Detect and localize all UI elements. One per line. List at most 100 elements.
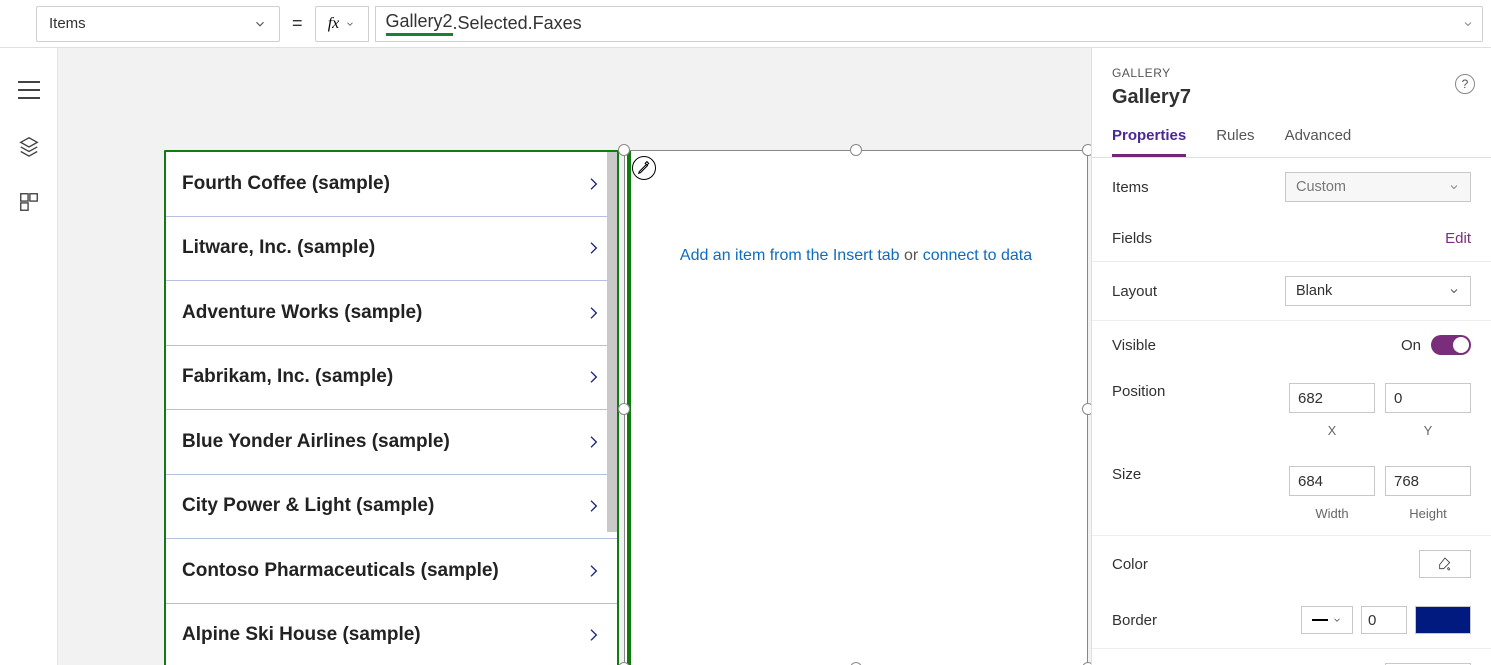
prop-size-label: Size (1112, 466, 1141, 483)
chevron-down-icon (345, 19, 355, 29)
prop-position: Position 682 0 X Y (1092, 369, 1491, 452)
properties-panel: GALLERY Gallery7 ? Properties Rules Adva… (1091, 48, 1491, 665)
size-height-sublabel: Height (1385, 506, 1471, 521)
prop-fields-edit[interactable]: Edit (1445, 230, 1471, 247)
resize-handle[interactable] (618, 403, 630, 415)
tab-rules[interactable]: Rules (1216, 127, 1254, 157)
chevron-right-icon (585, 236, 601, 260)
edit-template-button[interactable] (632, 156, 656, 180)
list-item[interactable]: Alpine Ski House (sample) (166, 604, 617, 665)
gallery7[interactable]: Add an item from the Insert tab or conne… (624, 150, 1088, 665)
chevron-down-icon[interactable] (1462, 18, 1474, 30)
prop-items-dropdown[interactable]: Custom (1285, 172, 1471, 202)
gallery2-list: Fourth Coffee (sample) Litware, Inc. (sam… (166, 152, 617, 665)
canvas[interactable]: Fourth Coffee (sample) Litware, Inc. (sam… (58, 48, 1091, 665)
components-icon[interactable] (17, 190, 41, 214)
chevron-right-icon (585, 365, 601, 389)
scrollbar[interactable] (607, 152, 617, 532)
left-rail (0, 48, 58, 665)
fx-button[interactable]: fx (315, 6, 369, 42)
chevron-right-icon (585, 559, 601, 583)
chevron-right-icon (585, 430, 601, 454)
chevron-right-icon (585, 301, 601, 325)
line-icon (1312, 619, 1328, 621)
panel-control-name: Gallery7 (1112, 86, 1471, 109)
list-item[interactable]: City Power & Light (sample) (166, 475, 617, 540)
prop-items-label: Items (1112, 179, 1149, 196)
resize-handle[interactable] (850, 144, 862, 156)
position-x-value: 682 (1298, 390, 1323, 407)
list-item[interactable]: Adventure Works (sample) (166, 281, 617, 346)
position-y-sublabel: Y (1385, 423, 1471, 438)
formula-token-rest: .Selected.Faxes (453, 13, 582, 34)
size-width-input[interactable]: 684 (1289, 466, 1375, 496)
prop-layout-value: Blank (1296, 283, 1332, 299)
chevron-right-icon (585, 623, 601, 647)
fx-label: fx (328, 15, 340, 33)
layers-icon[interactable] (17, 134, 41, 158)
list-item-label: Blue Yonder Airlines (sample) (182, 431, 450, 453)
chevron-down-icon (253, 17, 267, 31)
main-area: Fourth Coffee (sample) Litware, Inc. (sam… (0, 48, 1491, 665)
formula-token-gallery2: Gallery2 (386, 11, 453, 36)
prop-wrap-count: Wrap count 1 (1092, 648, 1491, 665)
position-y-input[interactable]: 0 (1385, 383, 1471, 413)
size-width-value: 684 (1298, 473, 1323, 490)
list-item-label: Adventure Works (sample) (182, 302, 422, 324)
gallery7-placeholder: Add an item from the Insert tab or conne… (625, 247, 1087, 265)
help-icon[interactable]: ? (1455, 74, 1475, 94)
list-item[interactable]: Contoso Pharmaceuticals (sample) (166, 539, 617, 604)
prop-fields: Fields Edit (1092, 216, 1491, 261)
prop-size: Size 684 768 Width Height (1092, 452, 1491, 535)
prop-border-label: Border (1112, 612, 1157, 629)
list-item-label: Fourth Coffee (sample) (182, 173, 390, 195)
prop-position-label: Position (1112, 383, 1165, 400)
border-style-dropdown[interactable] (1301, 606, 1353, 634)
prop-border: Border 0 (1092, 592, 1491, 648)
property-selector-label: Items (49, 15, 86, 32)
prop-layout-dropdown[interactable]: Blank (1285, 276, 1471, 306)
chevron-right-icon (585, 494, 601, 518)
prop-fields-label: Fields (1112, 230, 1152, 247)
border-color-picker[interactable] (1415, 606, 1471, 634)
resize-handle[interactable] (1082, 403, 1091, 415)
hamburger-icon[interactable] (17, 78, 41, 102)
formula-input[interactable]: Gallery2.Selected.Faxes (375, 6, 1483, 42)
prop-visible-value: On (1401, 337, 1421, 354)
list-item[interactable]: Fourth Coffee (sample) (166, 152, 617, 217)
resize-handle[interactable] (618, 144, 630, 156)
panel-category: GALLERY (1112, 66, 1471, 80)
list-item-label: Alpine Ski House (sample) (182, 624, 421, 646)
size-width-sublabel: Width (1289, 506, 1375, 521)
connect-data-link[interactable]: connect to data (923, 247, 1032, 264)
chevron-down-icon (1448, 285, 1460, 297)
formula-bar: Items = fx Gallery2.Selected.Faxes (0, 0, 1491, 48)
list-item-label: Contoso Pharmaceuticals (sample) (182, 560, 499, 582)
property-selector[interactable]: Items (36, 6, 280, 42)
list-item[interactable]: Litware, Inc. (sample) (166, 217, 617, 282)
visible-toggle[interactable] (1431, 335, 1471, 355)
size-height-value: 768 (1394, 473, 1419, 490)
chevron-down-icon (1448, 181, 1460, 193)
position-x-input[interactable]: 682 (1289, 383, 1375, 413)
prop-items-value: Custom (1296, 179, 1346, 195)
panel-tabs: Properties Rules Advanced (1092, 109, 1491, 158)
prop-color-label: Color (1112, 556, 1148, 573)
prop-color: Color (1092, 535, 1491, 592)
size-height-input[interactable]: 768 (1385, 466, 1471, 496)
list-item[interactable]: Blue Yonder Airlines (sample) (166, 410, 617, 475)
prop-items: Items Custom (1092, 158, 1491, 216)
equals-sign: = (286, 13, 309, 34)
list-item-label: Litware, Inc. (sample) (182, 237, 375, 259)
resize-handle[interactable] (1082, 144, 1091, 156)
list-item[interactable]: Fabrikam, Inc. (sample) (166, 346, 617, 411)
border-width-input[interactable]: 0 (1361, 606, 1407, 634)
tab-advanced[interactable]: Advanced (1285, 127, 1352, 157)
tab-properties[interactable]: Properties (1112, 127, 1186, 157)
gallery2[interactable]: Fourth Coffee (sample) Litware, Inc. (sam… (164, 150, 619, 665)
chevron-right-icon (585, 172, 601, 196)
fill-icon (1437, 556, 1453, 572)
prop-layout: Layout Blank (1092, 261, 1491, 320)
color-picker[interactable] (1419, 550, 1471, 578)
insert-tab-link[interactable]: Add an item from the Insert tab (680, 247, 900, 264)
